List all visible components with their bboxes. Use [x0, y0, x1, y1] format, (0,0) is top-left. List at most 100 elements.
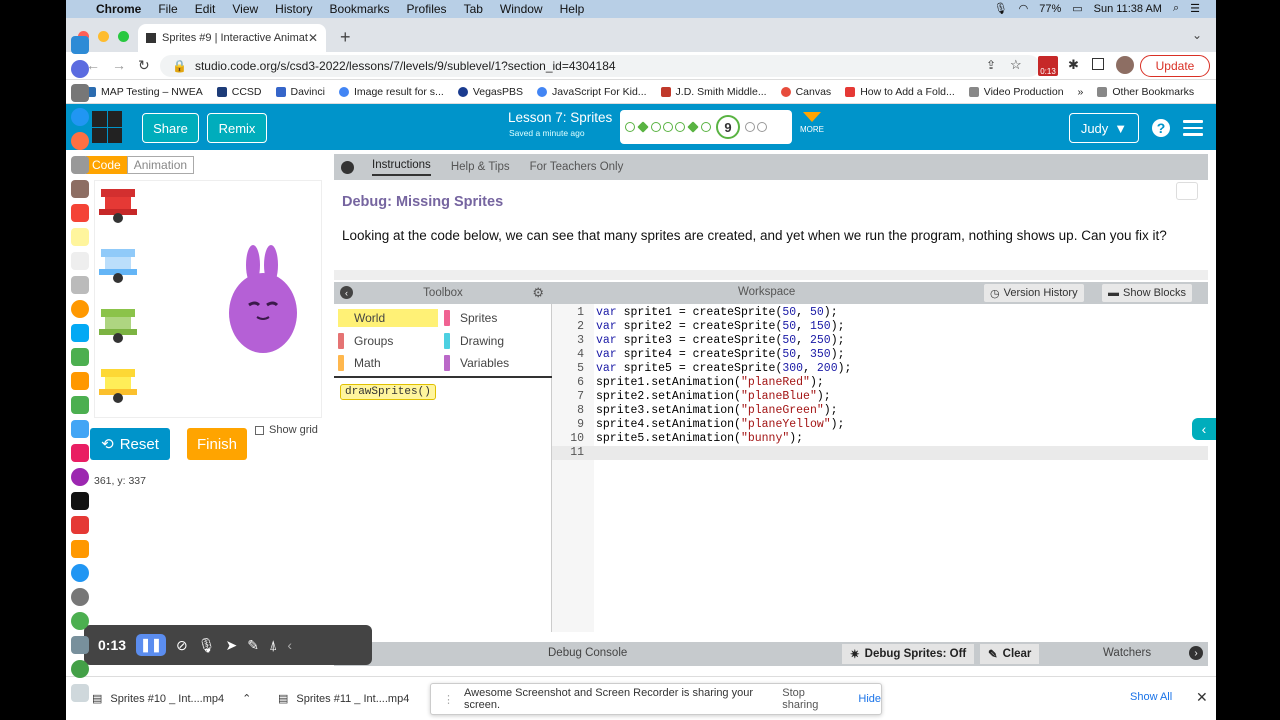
- menu-edit[interactable]: Edit: [195, 2, 216, 16]
- side-panel-icon[interactable]: [1092, 58, 1104, 70]
- level-bubble[interactable]: [625, 122, 635, 132]
- bookmarks-overflow[interactable]: »: [1078, 86, 1084, 98]
- category-sprites[interactable]: Sprites: [444, 309, 544, 327]
- bookmark-map-testing[interactable]: MAP Testing – NWEA: [86, 86, 203, 98]
- instructions-resize-handle[interactable]: [334, 270, 1208, 280]
- update-button[interactable]: Update: [1140, 55, 1210, 77]
- category-variables[interactable]: Variables: [444, 354, 544, 372]
- current-level-bubble[interactable]: 9: [716, 115, 740, 139]
- bookmark-canvas[interactable]: Canvas: [780, 86, 831, 98]
- notes-icon[interactable]: [71, 228, 89, 246]
- pointer-icon[interactable]: ➤: [226, 637, 238, 654]
- code-line[interactable]: 3 var sprite3 = createSprite(50, 250);: [552, 334, 1208, 348]
- hamburger-menu-icon[interactable]: [1183, 120, 1203, 136]
- level-bubble[interactable]: [687, 121, 699, 133]
- code-line[interactable]: 10 sprite5.setAnimation("bunny");: [552, 432, 1208, 446]
- tab-code[interactable]: Code: [86, 156, 127, 174]
- more-levels-button[interactable]: MORE: [800, 112, 824, 134]
- chevron-up-icon[interactable]: ⌃: [242, 692, 251, 705]
- menu-bookmarks[interactable]: Bookmarks: [330, 2, 390, 16]
- mute-camera-icon[interactable]: ⊘: [176, 637, 188, 654]
- app-icon[interactable]: [71, 156, 89, 174]
- extensions-puzzle-icon[interactable]: ✱: [1068, 57, 1079, 73]
- podcasts-icon[interactable]: [71, 468, 89, 486]
- app-icon[interactable]: [71, 276, 89, 294]
- watchers-chevron-icon[interactable]: ›: [1189, 646, 1203, 660]
- stop-sharing-button[interactable]: Stop sharing: [772, 683, 848, 715]
- category-groups[interactable]: Groups: [338, 332, 438, 350]
- menu-view[interactable]: View: [232, 2, 258, 16]
- app-icon[interactable]: [71, 84, 89, 102]
- forward-icon[interactable]: →: [112, 57, 126, 73]
- control-center-icon[interactable]: ☰: [1190, 2, 1200, 15]
- menu-profiles[interactable]: Profiles: [407, 2, 447, 16]
- reload-icon[interactable]: ↻: [138, 57, 150, 74]
- safari-icon[interactable]: [71, 108, 89, 126]
- app-icon[interactable]: [71, 420, 89, 438]
- help-icon[interactable]: ?: [1152, 119, 1170, 137]
- app-icon[interactable]: [71, 660, 89, 678]
- minimize-window-button[interactable]: [98, 31, 109, 42]
- finder-icon[interactable]: [71, 36, 89, 54]
- lesson-title[interactable]: Lesson 7: Sprites: [508, 110, 612, 125]
- menu-file[interactable]: File: [158, 2, 177, 16]
- level-bubble[interactable]: [701, 122, 711, 132]
- maximize-window-button[interactable]: [118, 31, 129, 42]
- other-bookmarks[interactable]: Other Bookmarks: [1097, 86, 1194, 98]
- calendar-icon[interactable]: [71, 204, 89, 222]
- tv-icon[interactable]: [71, 492, 89, 510]
- battery-percent[interactable]: 77%: [1039, 3, 1061, 15]
- collapse-instructions-icon[interactable]: [341, 160, 354, 174]
- new-tab-icon[interactable]: +: [340, 27, 351, 48]
- game-stage[interactable]: [94, 180, 322, 418]
- numbers-icon[interactable]: [71, 396, 89, 414]
- code-line[interactable]: 8 sprite3.setAnimation("planeGreen");: [552, 404, 1208, 418]
- browser-tab-active[interactable]: Sprites #9 | Interactive Animat ✕: [138, 24, 326, 52]
- close-tab-icon[interactable]: ✕: [308, 31, 318, 45]
- facetime-icon[interactable]: [71, 348, 89, 366]
- tab-for-teachers[interactable]: For Teachers Only: [530, 161, 624, 173]
- music-icon[interactable]: [71, 444, 89, 462]
- clock[interactable]: Sun 11:38 AM: [1094, 3, 1162, 15]
- chrome-icon[interactable]: [71, 612, 89, 630]
- share-button[interactable]: Share: [142, 113, 199, 143]
- menu-tab[interactable]: Tab: [464, 2, 483, 16]
- spotlight-search-icon[interactable]: ⌕: [1173, 2, 1179, 15]
- debug-console-title[interactable]: Debug Console: [548, 647, 627, 659]
- app-store-icon[interactable]: [71, 564, 89, 582]
- bookmark-star-icon[interactable]: ☆: [1010, 57, 1022, 73]
- draw-sprites-block[interactable]: drawSprites(): [340, 384, 436, 400]
- app-icon[interactable]: [71, 180, 89, 198]
- bookmark-javascript-kids[interactable]: JavaScript For Kid...: [537, 86, 647, 98]
- microphone-icon[interactable]: 🎙: [198, 637, 216, 654]
- code-editor[interactable]: 1 var sprite1 = createSprite(50, 50); 2 var…: [552, 306, 1208, 460]
- show-all-downloads-button[interactable]: Show All: [1130, 691, 1172, 703]
- tab-instructions[interactable]: Instructions: [372, 159, 431, 176]
- launchpad-icon[interactable]: [71, 60, 89, 78]
- category-drawing[interactable]: Drawing: [444, 332, 544, 350]
- messages-icon[interactable]: [71, 324, 89, 342]
- collapse-toolbox-icon[interactable]: ‹: [340, 286, 353, 299]
- category-world[interactable]: World: [338, 309, 438, 327]
- level-bubble[interactable]: [651, 122, 661, 132]
- level-bubble[interactable]: [675, 122, 685, 132]
- photos-icon[interactable]: [71, 300, 89, 318]
- menu-help[interactable]: Help: [560, 2, 585, 16]
- trash-icon[interactable]: [71, 684, 89, 702]
- battery-icon[interactable]: ▭: [1072, 2, 1082, 15]
- bookmark-image-result[interactable]: Image result for s...: [338, 86, 444, 98]
- wifi-icon[interactable]: ◠: [1019, 2, 1029, 15]
- bookmark-video-production[interactable]: Video Production: [968, 86, 1064, 98]
- recorder-extension-badge[interactable]: 0:13: [1038, 56, 1058, 76]
- bookmark-add-folder[interactable]: How to Add a Fold...: [845, 86, 955, 98]
- bookmark-davinci[interactable]: Davinci: [275, 86, 325, 98]
- pages-icon[interactable]: [71, 372, 89, 390]
- drag-handle-icon[interactable]: ⋮: [443, 693, 454, 706]
- menu-history[interactable]: History: [275, 2, 312, 16]
- menu-window[interactable]: Window: [500, 2, 543, 16]
- level-bubble[interactable]: [663, 122, 673, 132]
- code-line[interactable]: 9 sprite4.setAnimation("planeYellow");: [552, 418, 1208, 432]
- tab-help-tips[interactable]: Help & Tips: [451, 161, 510, 173]
- bookmark-ccsd[interactable]: CCSD: [216, 86, 262, 98]
- tab-animation[interactable]: Animation: [126, 156, 195, 174]
